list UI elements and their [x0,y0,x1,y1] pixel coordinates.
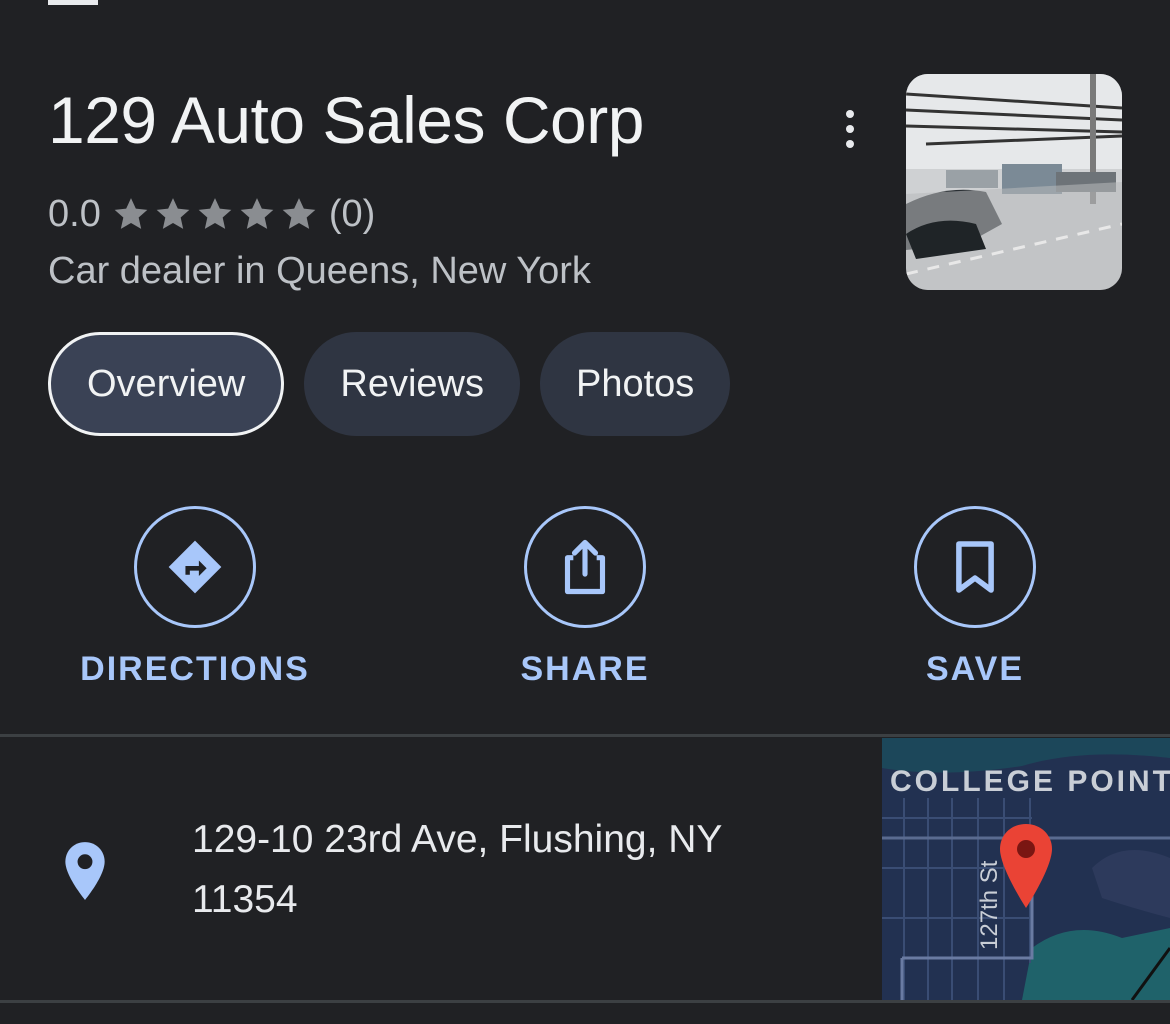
more-options-button[interactable] [828,104,872,154]
directions-button-circle [134,506,256,628]
review-count[interactable]: (0) [329,193,375,236]
action-buttons-row: DIRECTIONS SHARE SAVE [0,506,1170,696]
share-icon [564,539,606,595]
star-icon [156,198,190,229]
tab-photos[interactable]: Photos [539,332,731,436]
divider [0,734,1170,737]
address-line1: 129-10 23rd Ave, Flushing, NY [192,818,723,861]
tab-label: Photos [575,362,695,405]
rating-value: 0.0 [48,192,101,235]
tab-label: Overview [87,362,246,405]
divider [0,1000,1170,1003]
share-button-circle [524,506,646,628]
place-photo-thumbnail[interactable] [906,74,1122,290]
map-thumbnail[interactable]: COLLEGE POINT 127th St [882,738,1170,1000]
address-line2: 11354 [192,878,298,921]
save-button[interactable]: SAVE [825,506,1125,689]
more-vert-icon-dot [846,125,854,133]
bookmark-icon [956,541,994,593]
rating-row: 0.0 (0) [48,190,375,238]
place-category: Car dealer in Queens, New York [48,250,591,292]
tab-overview[interactable]: Overview [48,332,285,436]
more-vert-icon [846,110,854,118]
street-photo-image [906,74,1122,290]
directions-icon [168,540,222,594]
share-button[interactable]: SHARE [435,506,735,689]
place-tabs: Overview Reviews Photos [48,332,731,436]
location-pin-icon [65,842,105,900]
directions-button[interactable]: DIRECTIONS [45,506,345,689]
address-text: 129-10 23rd Ave, Flushing, NY 11354 [192,810,812,930]
share-label: SHARE [520,650,650,688]
map-street-label: 127th St [976,860,1003,950]
tab-label: Reviews [340,362,484,405]
sheet-handle [48,0,98,5]
star-icon [240,198,274,229]
save-label: SAVE [925,650,1025,688]
star-icon [198,198,232,229]
more-vert-icon-dot [846,140,854,148]
map-image: COLLEGE POINT 127th St [882,738,1170,1000]
rating-stars [111,194,319,234]
star-icon [114,198,148,229]
directions-label: DIRECTIONS [80,650,310,688]
tab-reviews[interactable]: Reviews [304,332,520,436]
save-button-circle [914,506,1036,628]
map-area-label: COLLEGE POINT [890,765,1170,798]
place-title: 129 Auto Sales Corp [48,83,644,157]
star-icon [282,198,316,229]
